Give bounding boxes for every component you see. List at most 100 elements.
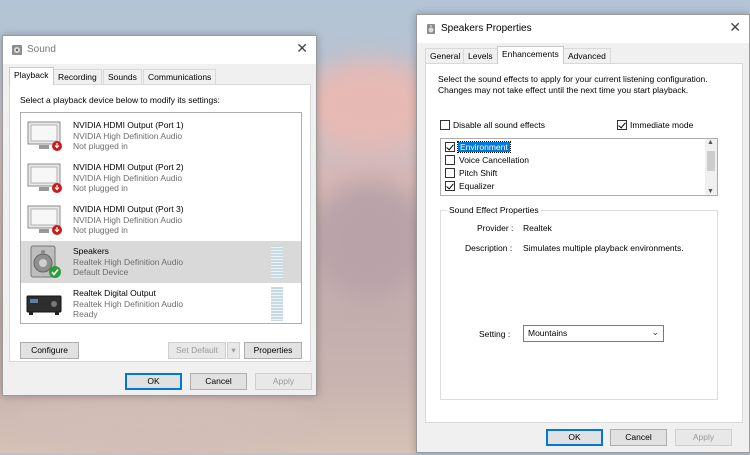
device-driver: Realtek High Definition Audio [73,298,184,309]
tab-advanced[interactable]: Advanced [563,48,611,63]
sound-tabs: Playback Recording Sounds Communications [9,67,309,85]
device-list: NVIDIA HDMI Output (Port 1) NVIDIA High … [20,112,302,324]
device-status: Default Device [73,267,129,277]
speakers-properties-window: Speakers Properties ✕ General Levels Enh… [416,14,750,453]
description-text: Select the sound effects to apply for yo… [438,74,708,95]
immediate-mode-label: Immediate mode [630,120,694,130]
list-item[interactable]: Realtek Digital Output Realtek High Defi… [21,283,301,323]
setting-value: Mountains [528,328,568,338]
device-text: Speakers Realtek High Definition Audio D… [73,246,183,278]
ok-button[interactable]: OK [125,373,182,390]
window-title: Sound [27,44,56,55]
effect-checkbox[interactable] [445,155,455,165]
effect-item-voice-cancellation[interactable]: Voice Cancellation [445,154,695,167]
device-driver: NVIDIA High Definition Audio [73,214,183,225]
instruction-text: Select a playback device below to modify… [20,95,220,105]
effects-list: Environment Voice Cancellation Pitch Shi… [440,138,718,196]
tab-communications[interactable]: Communications [143,69,217,84]
description-label: Description : [465,243,513,253]
apply-button[interactable]: Apply [675,429,732,446]
effect-label: Voice Cancellation [459,155,529,165]
device-name: Speakers [73,246,109,256]
device-driver: Realtek High Definition Audio [73,256,184,267]
wallpaper-cloud [310,180,430,300]
device-status: Ready [73,309,98,319]
effect-label: Pitch Shift [459,168,498,178]
sound-titlebar: Sound ✕ [3,36,316,64]
list-item[interactable]: NVIDIA HDMI Output (Port 3) NVIDIA High … [21,199,301,241]
immediate-mode-checkbox[interactable] [617,120,627,130]
setting-label: Setting : [479,329,511,339]
scroll-up-icon[interactable]: ▲ [707,139,714,146]
device-name: NVIDIA HDMI Output (Port 2) [73,162,184,172]
effect-item-environment[interactable]: Environment [445,141,695,154]
device-text: Realtek Digital Output Realtek High Defi… [73,288,183,320]
device-driver: NVIDIA High Definition Audio [73,130,183,141]
speaker-icon [25,245,65,279]
device-text: NVIDIA HDMI Output (Port 2) NVIDIA High … [73,162,184,194]
digital-output-icon [25,287,65,321]
device-status: Not plugged in [73,141,128,151]
device-name: NVIDIA HDMI Output (Port 3) [73,204,184,214]
chevron-down-icon: ⌄ [651,327,659,337]
disable-all-checkbox[interactable] [440,120,450,130]
effect-item-pitch-shift[interactable]: Pitch Shift [445,167,695,180]
group-title: Sound Effect Properties [447,205,541,215]
configure-button[interactable]: Configure [20,342,79,359]
device-text: NVIDIA HDMI Output (Port 1) NVIDIA High … [73,120,184,152]
list-item[interactable]: NVIDIA HDMI Output (Port 2) NVIDIA High … [21,157,301,199]
tab-sounds[interactable]: Sounds [103,69,142,84]
set-default-dropdown[interactable]: ▾ [227,342,240,359]
sound-window: Sound ✕ Playback Recording Sounds Commun… [2,35,317,396]
level-meter [271,287,283,321]
monitor-icon [25,203,65,237]
monitor-icon [25,119,65,153]
effect-item-equalizer[interactable]: Equalizer [445,180,695,193]
scroll-down-icon[interactable]: ▼ [707,188,714,195]
effects-scrollbar[interactable]: ▲ ▼ [705,139,717,195]
description-value: Simulates multiple playback environments… [523,243,684,253]
effect-checkbox[interactable] [445,168,455,178]
sound-effect-properties-group: Sound Effect Properties Provider : Realt… [440,205,718,400]
device-status: Not plugged in [73,183,128,193]
close-icon[interactable]: ✕ [296,40,308,57]
cancel-button[interactable]: Cancel [610,429,667,446]
device-driver: NVIDIA High Definition Audio [73,172,183,183]
scroll-thumb[interactable] [707,151,715,171]
cancel-button[interactable]: Cancel [190,373,247,390]
set-default-button[interactable]: Set Default [168,342,226,359]
wallpaper-cloud [10,395,310,455]
device-status: Not plugged in [73,225,128,235]
apply-button[interactable]: Apply [255,373,312,390]
list-item[interactable]: NVIDIA HDMI Output (Port 1) NVIDIA High … [21,115,301,157]
speaker-icon [11,44,23,58]
tab-recording[interactable]: Recording [53,69,102,84]
list-item-selected[interactable]: Speakers Realtek High Definition Audio D… [21,241,301,283]
effect-label: Environment [457,141,511,153]
tab-levels[interactable]: Levels [463,48,498,63]
monitor-icon [25,161,65,195]
setting-select[interactable]: Mountains ⌄ [523,325,664,342]
device-text: NVIDIA HDMI Output (Port 3) NVIDIA High … [73,204,184,236]
tab-playback[interactable]: Playback [9,67,54,85]
window-title: Speakers Properties [441,23,532,34]
effect-checkbox[interactable] [445,181,455,191]
tab-general[interactable]: General [425,48,466,63]
playback-panel: Select a playback device below to modify… [9,84,311,362]
enhancements-panel: Select the sound effects to apply for yo… [425,63,743,423]
speakers-titlebar: Speakers Properties ✕ [417,15,749,43]
provider-value: Realtek [523,223,552,233]
effect-checkbox[interactable] [445,142,455,152]
device-name: NVIDIA HDMI Output (Port 1) [73,120,184,130]
close-icon[interactable]: ✕ [729,19,741,36]
device-name: Realtek Digital Output [73,288,156,298]
properties-button[interactable]: Properties [244,342,302,359]
speaker-icon [425,23,437,37]
provider-label: Provider : [477,223,514,233]
speakers-tabs: General Levels Enhancements Advanced [425,46,725,64]
tab-enhancements[interactable]: Enhancements [497,46,564,64]
ok-button[interactable]: OK [546,429,603,446]
level-meter [271,245,283,279]
disable-all-label: Disable all sound effects [453,120,545,130]
effect-label: Equalizer [459,181,495,191]
